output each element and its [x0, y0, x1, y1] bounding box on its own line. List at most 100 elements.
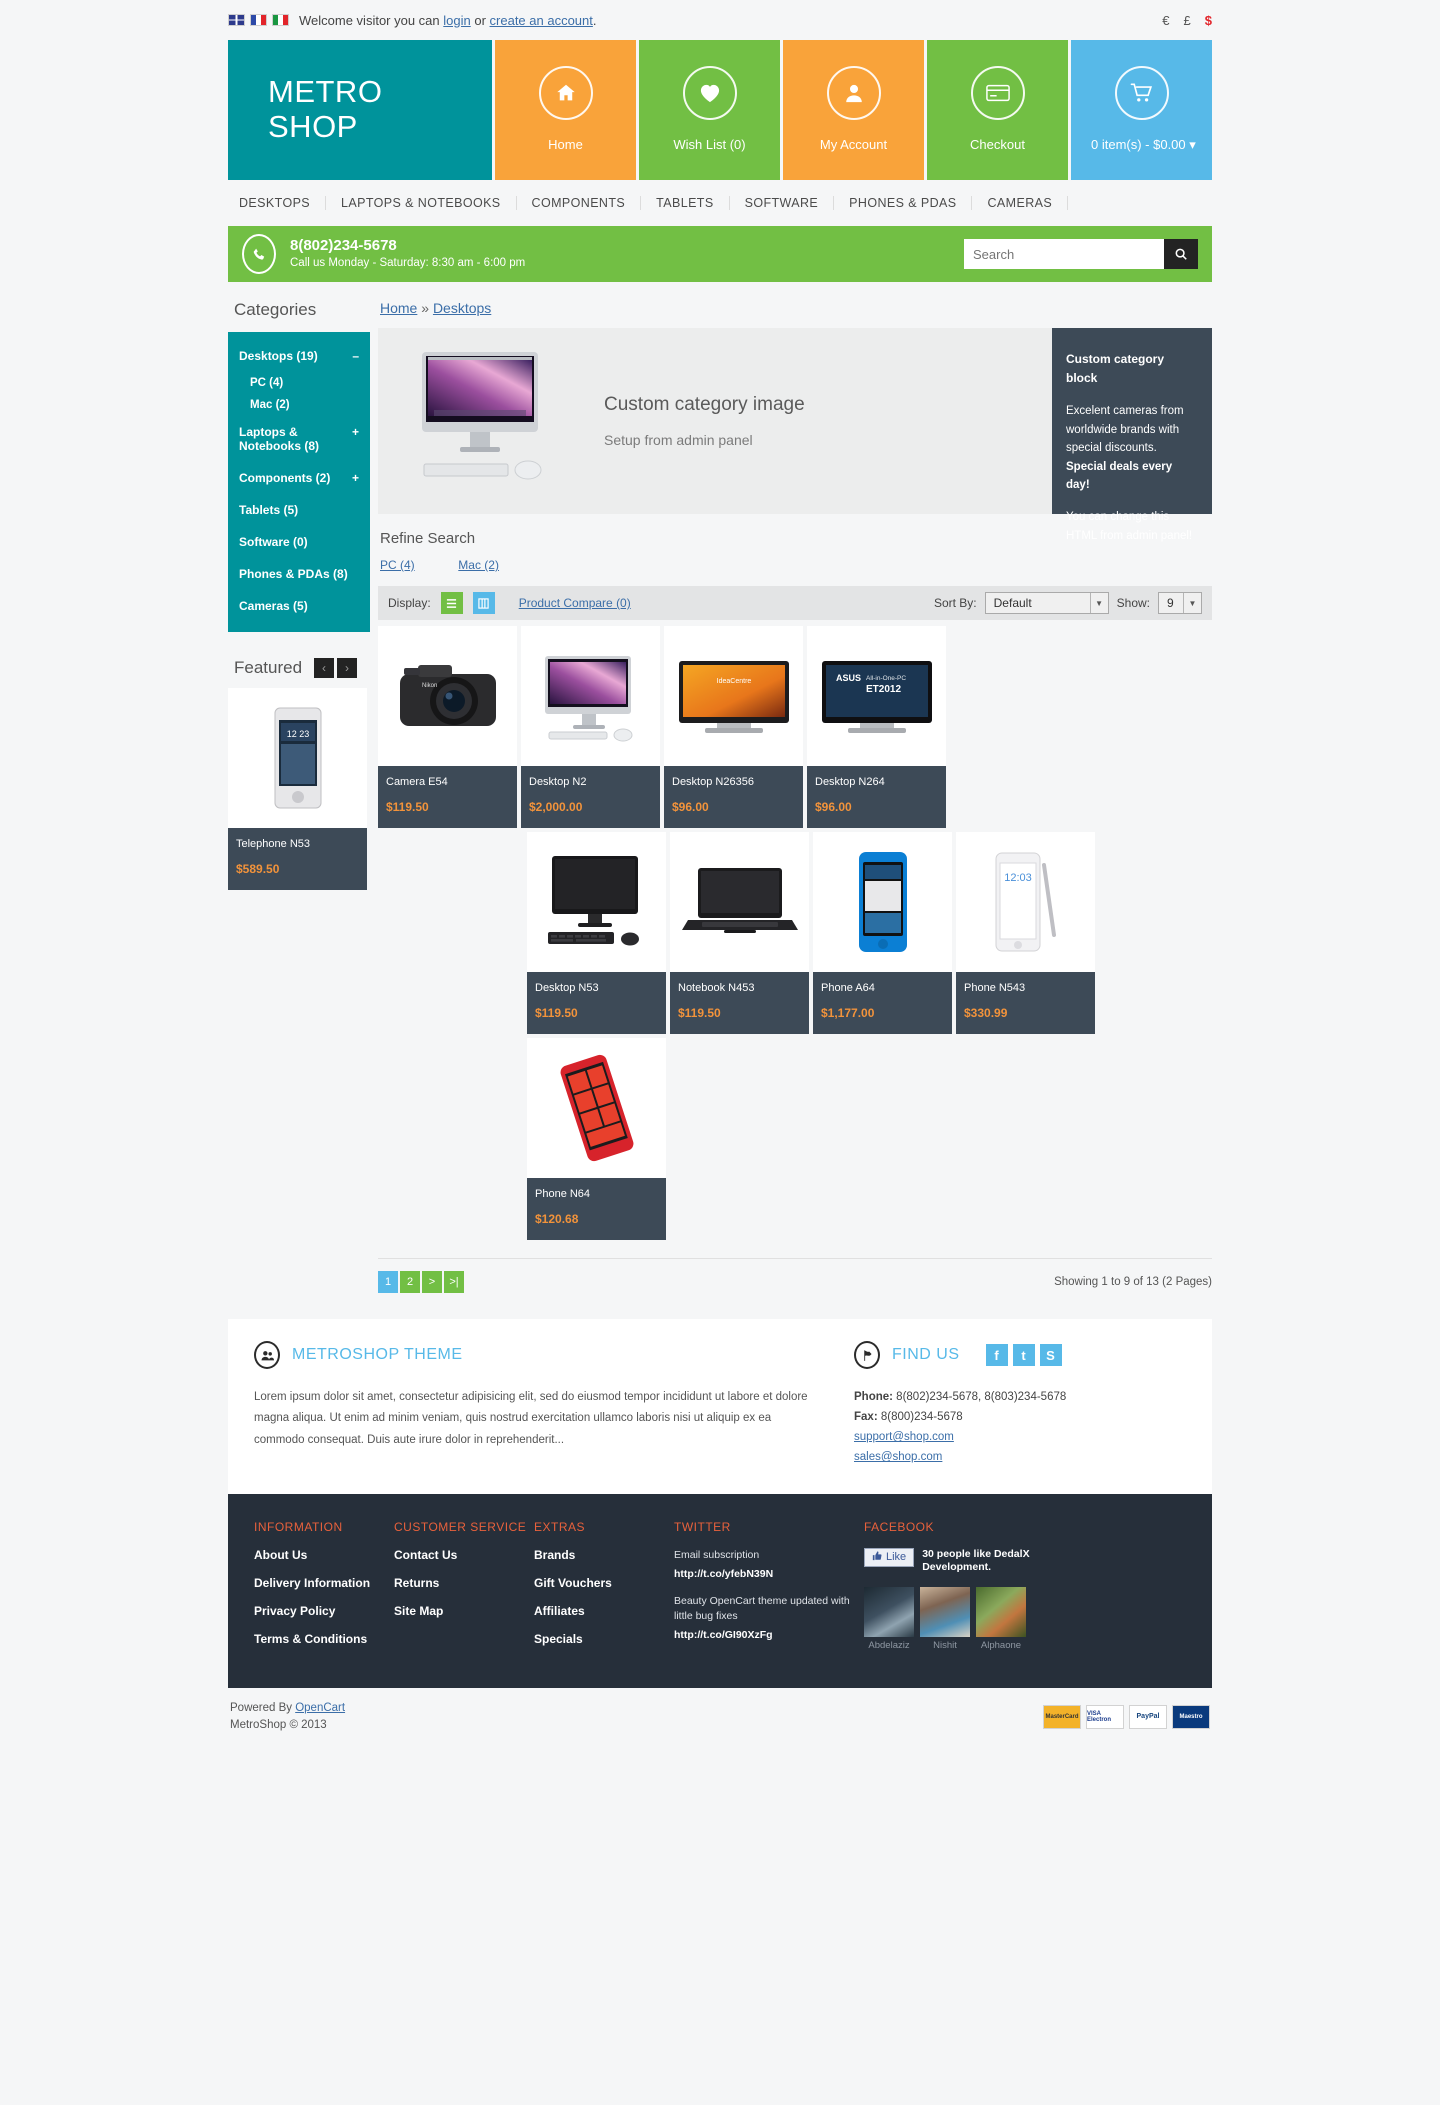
twitter-icon[interactable]: t — [1012, 1344, 1035, 1366]
footer-link-about-us[interactable]: About Us — [254, 1548, 394, 1562]
product-card[interactable]: Nikon Camera E54 $119.50 — [378, 626, 517, 828]
desktop-n53-image — [527, 832, 666, 972]
footer-link-gift-vouchers[interactable]: Gift Vouchers — [534, 1576, 674, 1590]
content-area: Categories Desktops (19) – PC (4) Mac (2… — [228, 282, 1212, 1293]
product-card[interactable]: Desktop N53 $119.50 — [527, 832, 666, 1034]
footer-link-terms-conditions[interactable]: Terms & Conditions — [254, 1632, 394, 1646]
footer-link-privacy-policy[interactable]: Privacy Policy — [254, 1604, 394, 1618]
sidebar-item-laptops-notebooks[interactable]: Laptops & Notebooks (8) + — [228, 416, 370, 462]
tile-my-account[interactable]: My Account — [783, 40, 924, 180]
footer-link-specials[interactable]: Specials — [534, 1632, 674, 1646]
tweet-1-link[interactable]: http://t.co/yfebN39N — [674, 1567, 864, 1582]
product-price: $330.99 — [964, 1006, 1008, 1020]
list-view-icon[interactable] — [440, 592, 463, 614]
collapse-minus-icon[interactable]: – — [352, 349, 359, 363]
facebook-face[interactable]: Alphaone — [976, 1586, 1026, 1651]
product-info: Desktop N2 $2,000.00 — [521, 766, 660, 828]
page-1-button[interactable]: 1 — [378, 1271, 398, 1293]
site-logo[interactable]: METRO SHOP — [228, 40, 492, 180]
nav-laptops-notebooks[interactable]: LAPTOPS & NOTEBOOKS — [326, 196, 517, 210]
sidebar-item-mac[interactable]: Mac (2) — [228, 394, 370, 416]
sidebar-item-phones-pdas[interactable]: Phones & PDAs (8) — [228, 558, 370, 590]
product-card[interactable]: Phone N64 $120.68 — [527, 1038, 666, 1240]
uk-flag-icon[interactable] — [228, 14, 245, 26]
skype-icon[interactable]: S — [1039, 1344, 1062, 1366]
nav-desktops[interactable]: DESKTOPS — [228, 196, 327, 210]
product-card[interactable]: Phone A64 $1,177.00 — [813, 832, 952, 1034]
search-box — [964, 239, 1198, 269]
facebook-like-button[interactable]: Like — [864, 1547, 915, 1567]
footer-link-returns[interactable]: Returns — [394, 1576, 534, 1590]
chevron-down-icon[interactable]: ▼ — [1183, 593, 1201, 613]
create-account-link[interactable]: create an account — [490, 13, 593, 28]
tweet-2-link[interactable]: http://t.co/GI90XzFg — [674, 1628, 864, 1643]
nav-components[interactable]: COMPONENTS — [517, 196, 642, 210]
refine-link-pc[interactable]: PC (4) — [380, 558, 415, 572]
footer-link-contact-us[interactable]: Contact Us — [394, 1548, 534, 1562]
sales-email-link[interactable]: sales@shop.com — [854, 1447, 1186, 1467]
tile-wishlist[interactable]: Wish List (0) — [639, 40, 780, 180]
support-email-link[interactable]: support@shop.com — [854, 1427, 1186, 1447]
show-select[interactable]: 9 ▼ — [1158, 592, 1202, 614]
expand-plus-icon[interactable]: + — [352, 471, 359, 485]
carousel-next-icon[interactable]: › — [337, 658, 358, 678]
featured-header: Featured ‹ › — [228, 632, 370, 688]
sidebar-item-pc[interactable]: PC (4) — [228, 372, 370, 394]
product-card[interactable]: 12:03 Phone N543 $330.99 — [956, 832, 1095, 1034]
tile-cart[interactable]: 0 item(s) - $0.00 ▾ — [1071, 40, 1212, 180]
facebook-face[interactable]: Nishit — [920, 1586, 970, 1651]
top-bar: Welcome visitor you can login or create … — [228, 0, 1212, 40]
tile-wishlist-label: Wish List (0) — [673, 137, 746, 152]
sidebar-item-tablets[interactable]: Tablets (5) — [228, 494, 370, 526]
footer-link-site-map[interactable]: Site Map — [394, 1604, 534, 1618]
product-compare-link[interactable]: Product Compare (0) — [519, 596, 631, 610]
currency-usd[interactable]: $ — [1205, 13, 1212, 28]
sidebar-item-desktops[interactable]: Desktops (19) – — [228, 340, 370, 372]
product-card[interactable]: Desktop N2 $2,000.00 — [521, 626, 660, 828]
nav-tablets[interactable]: TABLETS — [641, 196, 730, 210]
breadcrumb-current[interactable]: Desktops — [433, 300, 491, 316]
chevron-down-icon[interactable]: ▼ — [1089, 593, 1108, 613]
footer-link-delivery-information[interactable]: Delivery Information — [254, 1576, 394, 1590]
grid-view-icon[interactable] — [472, 592, 495, 614]
nav-phones-pdas[interactable]: PHONES & PDAS — [834, 196, 973, 210]
nav-cameras[interactable]: CAMERAS — [972, 196, 1069, 210]
nav-software[interactable]: SOFTWARE — [730, 196, 835, 210]
facebook-face[interactable]: Abdelaziz — [864, 1586, 914, 1651]
tile-home[interactable]: Home — [495, 40, 636, 180]
sidebar-item-components[interactable]: Components (2) + — [228, 462, 370, 494]
expand-plus-icon[interactable]: + — [352, 425, 359, 453]
france-flag-icon[interactable] — [250, 14, 267, 26]
footer-link-affiliates[interactable]: Affiliates — [534, 1604, 674, 1618]
facebook-icon[interactable]: f — [985, 1344, 1008, 1366]
info-footer: METROSHOP THEME Lorem ipsum dolor sit am… — [228, 1319, 1212, 1494]
opencart-link[interactable]: OpenCart — [295, 1702, 345, 1714]
powered-by-prefix: Powered By — [230, 1701, 296, 1714]
block-p1-normal: Excelent cameras from worldwide brands w… — [1066, 405, 1184, 455]
search-button[interactable] — [1164, 239, 1198, 269]
tile-checkout[interactable]: Checkout — [927, 40, 1068, 180]
page-next-button[interactable]: > — [422, 1271, 442, 1293]
currency-gbp[interactable]: £ — [1184, 13, 1191, 28]
search-input[interactable] — [964, 239, 1164, 269]
italy-flag-icon[interactable] — [272, 14, 289, 26]
sidebar-item-cameras[interactable]: Cameras (5) — [228, 590, 370, 622]
page-last-button[interactable]: >| — [444, 1271, 464, 1293]
sort-by-select[interactable]: Default ▼ — [984, 592, 1109, 614]
currency-eur[interactable]: € — [1162, 13, 1169, 28]
footer-column-information: INFORMATION About Us Delivery Informatio… — [254, 1520, 394, 1660]
featured-product-card[interactable]: 12 23 Telephone N53 $589.50 — [228, 688, 367, 890]
login-link[interactable]: login — [443, 13, 470, 28]
footer-column-title: EXTRAS — [534, 1519, 586, 1534]
breadcrumb-home[interactable]: Home — [380, 300, 417, 316]
footer-link-brands[interactable]: Brands — [534, 1548, 674, 1562]
refine-link-mac[interactable]: Mac (2) — [458, 558, 499, 572]
page-2-button[interactable]: 2 — [400, 1271, 420, 1293]
product-card[interactable]: ASUS All-in-One-PC ET2012 Desktop N264 $… — [807, 626, 946, 828]
carousel-prev-icon[interactable]: ‹ — [314, 658, 335, 678]
product-card[interactable]: Notebook N453 $119.50 — [670, 832, 809, 1034]
language-flags[interactable] — [228, 14, 289, 26]
product-card[interactable]: IdeaCentre Desktop N26356 $96.00 — [664, 626, 803, 828]
currency-switcher[interactable]: € £ $ — [1162, 13, 1212, 28]
sidebar-item-software[interactable]: Software (0) — [228, 526, 370, 558]
